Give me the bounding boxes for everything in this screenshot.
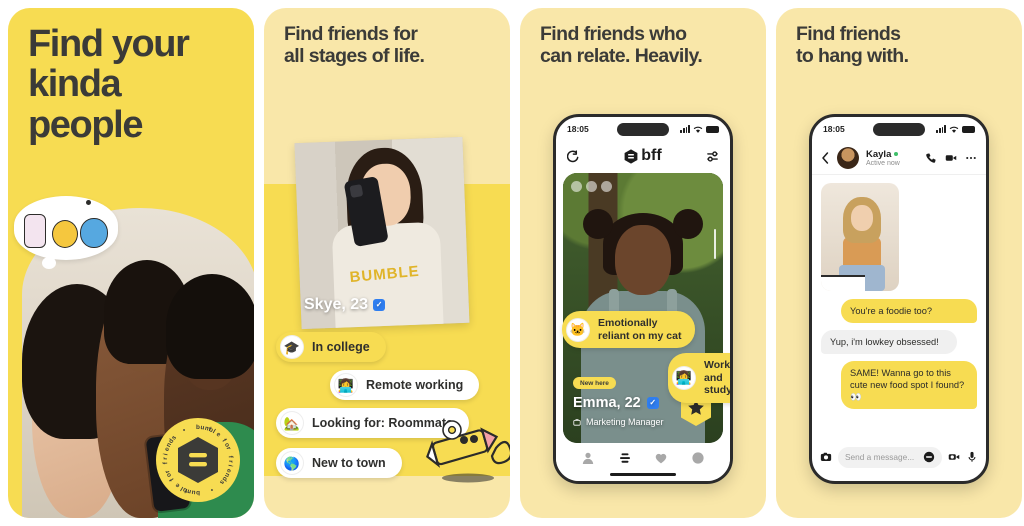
message-input-placeholder: Send a message...	[845, 452, 915, 462]
camera-icon[interactable]	[820, 451, 832, 463]
chat-contact-status: Active now	[866, 159, 900, 167]
chat-header: Kayla Active now	[812, 141, 986, 175]
signal-icon	[936, 125, 946, 133]
trait-pill-cat[interactable]: 🐱 Emotionally reliant on my cat	[562, 311, 696, 349]
emoji-icon[interactable]	[923, 451, 935, 463]
verified-badge-icon: ✓	[646, 397, 659, 409]
avatar[interactable]	[837, 146, 859, 169]
video-camera-icon[interactable]	[945, 152, 957, 164]
battery-icon	[706, 125, 719, 133]
profile-name-text: Skye, 23	[304, 296, 369, 313]
app-name: bff	[641, 147, 662, 164]
bumble-hexagon-logo	[178, 437, 218, 483]
verified-badge-icon: ✓	[373, 299, 386, 311]
home-indicator	[610, 473, 676, 476]
video-message-icon[interactable]	[948, 451, 960, 463]
page-title: Find friends who can relate. Heavily.	[540, 23, 703, 67]
shared-photo-message[interactable]	[821, 183, 899, 291]
cartoon-character-globe	[80, 218, 108, 248]
chat-contact-meta: Kayla Active now	[866, 149, 918, 167]
pizza-box	[821, 275, 865, 291]
phone-notch	[873, 123, 925, 136]
back-arrow-icon[interactable]	[821, 151, 830, 164]
profile-job: Marketing Manager	[573, 417, 664, 427]
wifi-icon	[693, 126, 703, 133]
message-composer[interactable]: Send a message...	[812, 441, 986, 481]
page-title: Find friends for all stages of life.	[284, 23, 425, 67]
panel-find-your-kinda-people[interactable]: Find your kinda people bumble for friend…	[8, 8, 254, 518]
person-laptop-icon: 👩‍💻	[334, 373, 358, 397]
globe-icon: 🌎	[280, 451, 304, 475]
phone-call-icon[interactable]	[925, 152, 937, 164]
back-arrow-icon[interactable]	[567, 149, 580, 163]
phone-mockup-discover: 18:05 bff New here Emma, 22 ✓ Marketing …	[553, 114, 733, 484]
more-options-icon[interactable]	[965, 152, 977, 164]
chat-actions[interactable]	[925, 152, 977, 164]
bumble-hexagon-logo	[624, 148, 638, 164]
heart-icon[interactable]	[654, 451, 668, 465]
profile-icon[interactable]	[581, 451, 595, 465]
briefcase-icon	[573, 419, 581, 426]
trait-pill-working-studying[interactable]: 👩‍💻 Working and studying	[668, 353, 733, 403]
thought-bubble-illustration	[14, 196, 118, 269]
graduation-cap-icon: 🎓	[280, 335, 304, 359]
chat-message-list[interactable]: You're a foodie too? Yup, i'm lowkey obs…	[812, 175, 986, 441]
house-icon: 🏡	[280, 411, 304, 435]
page-title: Find your kinda people	[28, 23, 190, 146]
cat-icon: 🐱	[566, 317, 590, 342]
bottom-navigation[interactable]	[556, 443, 730, 481]
status-time: 18:05	[823, 124, 845, 134]
trait-pill-new-to-town[interactable]: 🌎 New to town	[276, 448, 402, 478]
trait-pill-remote-working[interactable]: 👩‍💻 Remote working	[330, 370, 480, 400]
app-title: bff	[624, 147, 662, 165]
trait-pill-label: New to town	[312, 456, 386, 470]
bumble-for-friends-badge: bumble for friends • bumble for friends …	[156, 418, 240, 502]
wifi-icon	[949, 126, 959, 133]
panel-friends-to-hang-with[interactable]: Find friends to hang with. 18:05 Kayla A…	[776, 8, 1022, 518]
profile-name: Emma, 22 ✓	[573, 395, 659, 411]
chat-contact-name-row: Kayla	[866, 149, 918, 160]
trait-pill-label: Working and studying	[704, 359, 733, 397]
profile-name: Skye, 23 ✓	[304, 296, 386, 314]
page-title: Find friends to hang with.	[796, 23, 909, 67]
bff-hive-icon[interactable]	[618, 451, 632, 465]
microphone-icon[interactable]	[966, 451, 978, 463]
person-laptop-icon: 👩‍💻	[672, 365, 696, 390]
chat-bubble-outgoing: SAME! Wanna go to this cute new food spo…	[841, 361, 977, 410]
message-input[interactable]: Send a message...	[838, 446, 942, 468]
signal-icon	[680, 125, 690, 133]
panel-friends-who-relate[interactable]: Find friends who can relate. Heavily. 18…	[520, 8, 766, 518]
chat-bubble-outgoing: You're a foodie too?	[841, 299, 977, 324]
phone-mockup-chat: 18:05 Kayla Active now You're a foodie t…	[809, 114, 989, 484]
status-time: 18:05	[567, 124, 589, 134]
pencil-mascot-icon	[426, 420, 510, 483]
trait-pill-label: In college	[312, 340, 370, 354]
profile-name-text: Emma, 22	[573, 395, 641, 411]
cartoon-character-phone	[24, 214, 46, 248]
trait-pill-label: Emotionally reliant on my cat	[598, 317, 682, 342]
photo-indicator-dots[interactable]	[571, 181, 612, 192]
profile-job-text: Marketing Manager	[586, 417, 664, 427]
filters-icon[interactable]	[706, 150, 719, 163]
photo-scroll-indicator	[713, 229, 716, 259]
trait-pill-in-college[interactable]: 🎓 In college	[276, 332, 386, 362]
battery-icon	[962, 125, 975, 133]
status-badge: New here	[573, 377, 616, 389]
phone-notch	[617, 123, 669, 136]
chat-bubble-incoming: Yup, i'm lowkey obsessed!	[821, 330, 957, 355]
screenshot-gallery: Find your kinda people bumble for friend…	[0, 0, 1024, 526]
chat-contact-name: Kayla	[866, 148, 892, 160]
trait-pill-label: Remote working	[366, 378, 464, 392]
app-header: bff	[556, 141, 730, 171]
cartoon-character-sun	[52, 220, 78, 248]
online-status-dot	[894, 152, 899, 156]
chats-icon[interactable]	[691, 451, 705, 465]
panel-all-stages-of-life[interactable]: Find friends for all stages of life. BUM…	[264, 8, 510, 518]
